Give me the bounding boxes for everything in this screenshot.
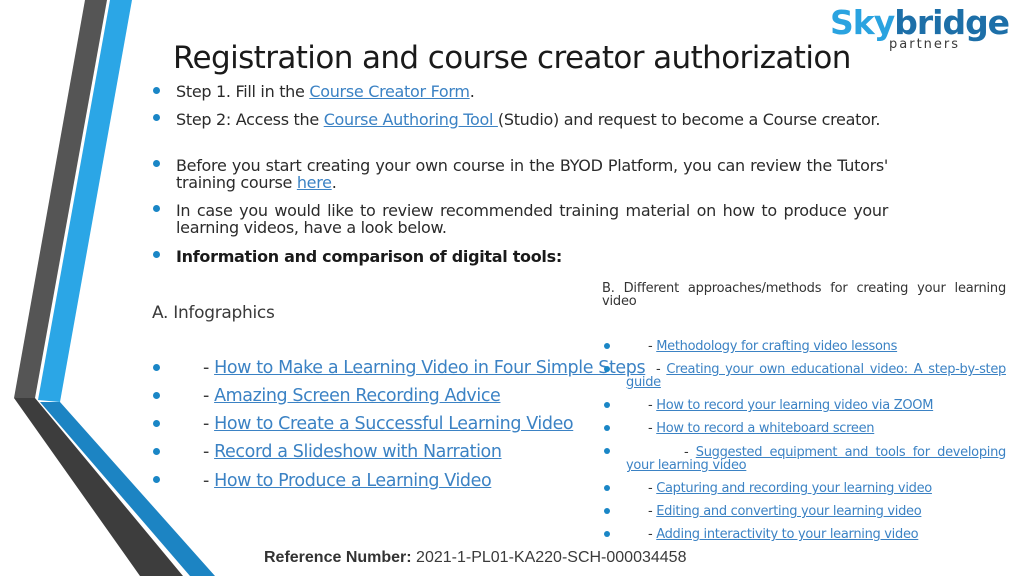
method-item: - How to record a whiteboard screen	[648, 421, 875, 436]
bullet-dot	[153, 420, 160, 427]
method-link-6[interactable]: Capturing and recording your learning vi…	[656, 481, 932, 496]
bullet-dot	[153, 476, 160, 483]
step-2-rest: (Studio) and request to become a Course …	[497, 110, 881, 129]
bullet-dot	[153, 251, 160, 258]
bullet-dot	[604, 343, 610, 349]
dash: -	[648, 339, 657, 354]
bullet-dot	[153, 160, 160, 167]
dash: -	[648, 398, 657, 413]
course-creator-form-link[interactable]: Course Creator Form	[309, 82, 470, 101]
dash: -	[203, 442, 215, 462]
bullet-dot	[153, 364, 160, 371]
dash: -	[648, 527, 657, 542]
training-course-text: Before you start creating your own cours…	[176, 157, 888, 191]
infographic-link-3[interactable]: How to Create a Successful Learning Vide…	[214, 414, 574, 434]
infographic-item: - How to Produce a Learning Video	[203, 471, 492, 491]
reference-number: Reference Number: 2021-1-PL01-KA220-SCH-…	[264, 549, 686, 567]
infographic-item: - How to Create a Successful Learning Vi…	[203, 414, 574, 434]
method-item: - Capturing and recording your learning …	[648, 482, 932, 496]
infographic-item: - Record a Slideshow with Narration	[203, 442, 502, 462]
dash: -	[648, 421, 657, 436]
bullet-dot	[604, 508, 610, 514]
bullet-dot	[153, 392, 160, 399]
training-material-text: In case you would like to review recomme…	[176, 201, 888, 237]
logo-sky: Sky	[830, 3, 895, 42]
training-course-label: Before you start creating your own cours…	[176, 156, 888, 192]
bullet-dot	[604, 402, 610, 408]
method-link-5[interactable]: Suggested equipment and tools for develo…	[626, 445, 1006, 473]
step-1-period: .	[469, 82, 475, 101]
training-course-period: .	[331, 173, 337, 192]
step-1-label: Step 1. Fill in the	[176, 82, 310, 101]
method-item: - How to record your learning video via …	[648, 399, 933, 413]
method-link-8[interactable]: Adding interactivity to your learning vi…	[656, 527, 918, 542]
dash: -	[203, 358, 215, 378]
method-item: - Suggested equipment and tools for deve…	[626, 446, 1006, 472]
section-a-heading: A. Infographics	[152, 303, 275, 323]
dash: -	[203, 414, 215, 434]
reference-value: 2021-1-PL01-KA220-SCH-000034458	[411, 549, 687, 566]
infographic-item: - How to Make a Learning Video in Four S…	[203, 358, 646, 378]
method-link-2[interactable]: Creating your own educational video: A s…	[626, 362, 1006, 390]
logo-partners: partners	[889, 37, 961, 52]
bullet-dot	[604, 485, 610, 491]
method-link-3[interactable]: How to record your learning video via ZO…	[656, 398, 933, 413]
bullet-dot	[153, 448, 160, 455]
section-b-heading: B. Different approaches/methods for crea…	[602, 281, 1006, 309]
method-link-1[interactable]: Methodology for crafting video lessons	[656, 339, 897, 354]
bullet-dot	[604, 448, 610, 454]
bullet-dot	[604, 425, 610, 431]
dash: -	[648, 504, 657, 519]
course-authoring-tool-link[interactable]: Course Authoring Tool	[324, 110, 498, 129]
method-link-7[interactable]: Editing and converting your learning vid…	[656, 504, 921, 519]
bullet-dot	[153, 114, 160, 121]
method-link-4[interactable]: How to record a whiteboard screen	[656, 421, 874, 436]
dash: -	[203, 386, 215, 406]
bullet-dot	[604, 531, 610, 537]
step-2-label: Step 2: Access the	[176, 110, 324, 129]
page-title: Registration and course creator authoriz…	[173, 40, 851, 76]
reference-label: Reference Number:	[264, 549, 412, 566]
infographic-link-4[interactable]: Record a Slideshow with Narration	[214, 442, 502, 462]
method-item: - Adding interactivity to your learning …	[648, 527, 919, 542]
method-item: - Editing and converting your learning v…	[648, 504, 922, 519]
method-item: - Methodology for crafting video lessons	[648, 340, 897, 354]
bullet-dot	[604, 366, 610, 372]
infographic-link-1[interactable]: How to Make a Learning Video in Four Sim…	[214, 358, 646, 378]
method-item: - Creating your own educational video: A…	[626, 363, 1006, 389]
infographic-item: - Amazing Screen Recording Advice	[203, 386, 501, 406]
step-2-text: Step 2: Access the Course Authoring Tool…	[176, 111, 888, 128]
infographic-link-2[interactable]: Amazing Screen Recording Advice	[214, 386, 501, 406]
bullet-dot	[153, 205, 160, 212]
bullet-dot	[153, 87, 160, 94]
skybridge-logo: Skybridge partners	[830, 3, 1010, 53]
dash: -	[203, 471, 215, 491]
step-1-text: Step 1. Fill in the Course Creator Form.	[176, 82, 475, 101]
infographic-link-5[interactable]: How to Produce a Learning Video	[214, 471, 492, 491]
dash: -	[648, 481, 657, 496]
here-link[interactable]: here	[297, 173, 332, 192]
digital-tools-heading: Information and comparison of digital to…	[176, 247, 562, 266]
